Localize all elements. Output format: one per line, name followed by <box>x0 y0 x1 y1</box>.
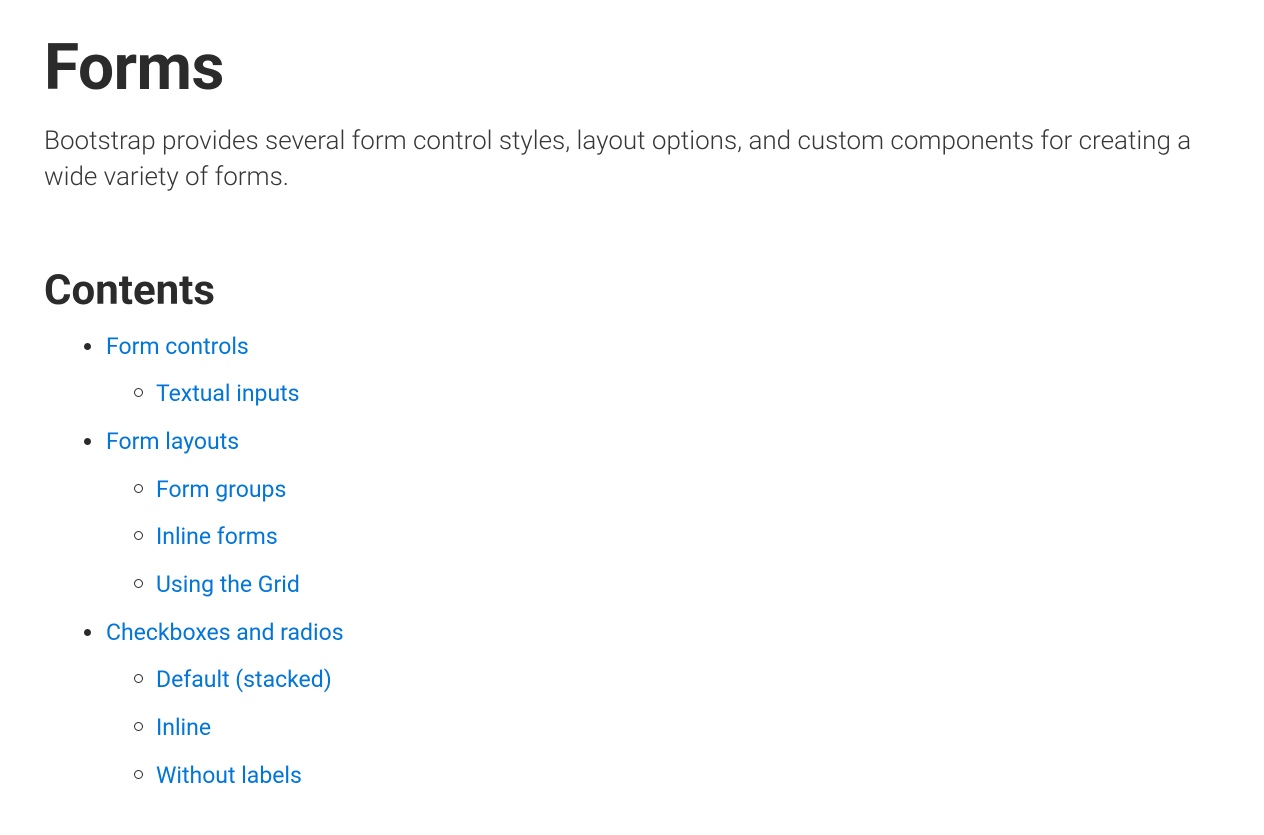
toc-link-without-labels[interactable]: Without labels <box>156 762 302 789</box>
toc-sublist: Form groups Inline forms Using the Grid <box>106 472 1220 603</box>
toc-sublist: Textual inputs <box>106 376 1220 412</box>
toc-link-form-groups[interactable]: Form groups <box>156 476 286 503</box>
toc-link-inline-forms[interactable]: Inline forms <box>156 523 278 550</box>
toc-sublist: Default (stacked) Inline Without labels <box>106 662 1220 793</box>
toc-link-form-layouts[interactable]: Form layouts <box>106 428 239 455</box>
contents-heading: Contents <box>44 266 1220 315</box>
toc-link-textual-inputs[interactable]: Textual inputs <box>156 380 300 407</box>
toc-subitem: Inline forms <box>134 519 1220 555</box>
toc-subitem: Without labels <box>134 758 1220 794</box>
toc-link-checkboxes-and-radios[interactable]: Checkboxes and radios <box>106 619 344 646</box>
toc-list: Form controls Textual inputs Form layout… <box>44 329 1220 793</box>
toc-link-form-controls[interactable]: Form controls <box>106 333 249 360</box>
toc-item: Form layouts Form groups Inline forms Us… <box>84 424 1220 603</box>
toc-subitem: Form groups <box>134 472 1220 508</box>
toc-subitem: Using the Grid <box>134 567 1220 603</box>
page-lead: Bootstrap provides several form control … <box>44 123 1194 196</box>
toc-link-using-the-grid[interactable]: Using the Grid <box>156 571 300 598</box>
toc-subitem: Inline <box>134 710 1220 746</box>
toc-item: Form controls Textual inputs <box>84 329 1220 412</box>
toc-subitem: Default (stacked) <box>134 662 1220 698</box>
toc-subitem: Textual inputs <box>134 376 1220 412</box>
toc-link-default-stacked[interactable]: Default (stacked) <box>156 666 332 693</box>
toc-link-inline[interactable]: Inline <box>156 714 211 741</box>
toc-item: Checkboxes and radios Default (stacked) … <box>84 615 1220 794</box>
page-title: Forms <box>44 30 1220 105</box>
